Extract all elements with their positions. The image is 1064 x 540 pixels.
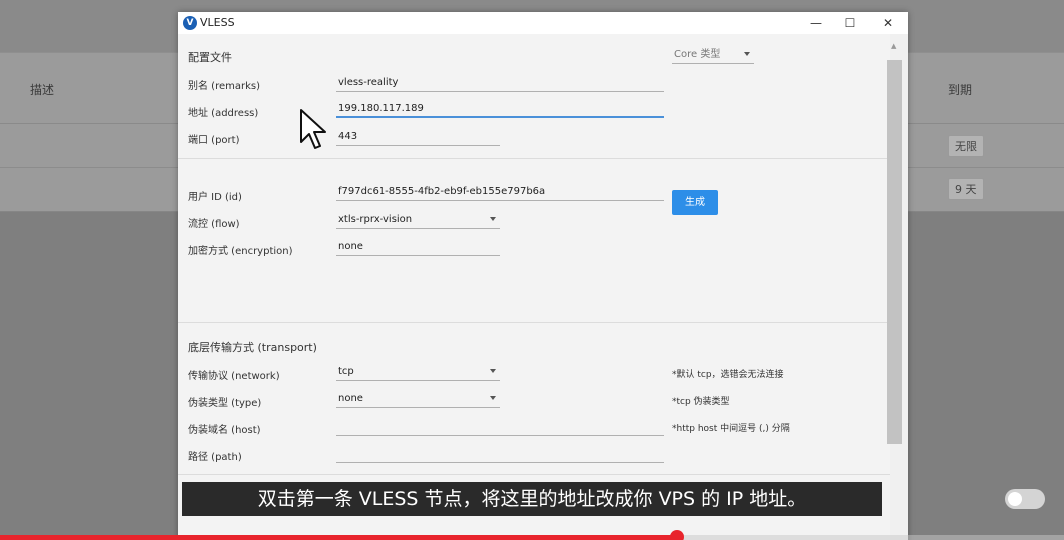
arrow-cursor-icon [300,109,326,149]
type-value: none [338,393,363,404]
vless-dialog: V VLESS — ☐ ✕ 配置文件 Core 类型 别名 (remarks) … [178,12,908,540]
section-title-transport: 底层传输方式 (transport) [188,341,317,354]
maximize-button[interactable]: ☐ [838,14,862,32]
path-input[interactable] [336,447,664,463]
user-id-label: 用户 ID (id) [188,192,242,203]
scrollbar-thumb[interactable] [887,60,902,444]
video-subtitle: 双击第一条 VLESS 节点，将这里的地址改成你 VPS 的 IP 地址。 [182,482,882,516]
user-id-input[interactable]: f797dc61-8555-4fb2-eb9f-eb155e797b6a [336,185,664,201]
port-label: 端口 (port) [188,135,240,146]
host-input[interactable] [336,420,664,436]
section-divider [178,474,890,475]
type-select[interactable]: none [336,392,500,408]
core-type-select[interactable]: Core 类型 [672,48,754,64]
address-input[interactable]: 199.180.117.189 [336,102,664,118]
column-header-description: 描述 [30,83,55,97]
remarks-label: 别名 (remarks) [188,81,261,92]
window-title: VLESS [200,16,235,29]
network-label: 传输协议 (network) [188,371,280,382]
remarks-input[interactable]: vless-reality [336,76,664,92]
port-input[interactable]: 443 [336,130,500,146]
host-hint: *http host 中间逗号 (,) 分隔 [672,424,790,434]
flow-value: xtls-rprx-vision [338,214,413,225]
scroll-up-icon[interactable]: ▲ [891,42,896,50]
flow-label: 流控 (flow) [188,219,240,230]
chevron-down-icon [744,52,750,56]
host-label: 伪装域名 (host) [188,425,261,436]
video-progress-handle[interactable] [669,530,684,540]
core-type-placeholder: Core 类型 [674,49,721,60]
lower-input[interactable] [336,520,664,536]
network-select[interactable]: tcp [336,365,500,381]
network-value: tcp [338,366,354,377]
chevron-down-icon [490,396,496,400]
video-progress-fill [0,535,677,540]
chevron-down-icon [490,217,496,221]
column-header-expire: 到期 [948,83,973,97]
chevron-down-icon [490,369,496,373]
section-divider [178,322,890,323]
generate-button[interactable]: 生成 [672,190,718,215]
section-title-profile: 配置文件 [188,51,232,64]
toggle-knob [1008,492,1022,506]
section-divider [178,158,890,159]
encryption-input[interactable]: none [336,240,500,256]
path-label: 路径 (path) [188,452,242,463]
title-bar[interactable]: V VLESS — ☐ ✕ [178,12,908,34]
form-content: 配置文件 Core 类型 别名 (remarks) vless-reality … [178,34,890,540]
encryption-label: 加密方式 (encryption) [188,246,293,257]
app-logo-icon: V [183,16,197,30]
address-label: 地址 (address) [188,108,259,119]
flow-select[interactable]: xtls-rprx-vision [336,213,500,229]
type-label: 伪装类型 (type) [188,398,262,409]
type-hint: *tcp 伪装类型 [672,397,730,407]
minimize-button[interactable]: — [804,14,828,32]
expire-badge: 无限 [948,135,984,157]
expire-badge: 9 天 [948,178,984,200]
network-hint: *默认 tcp，选错会无法连接 [672,370,784,380]
close-button[interactable]: ✕ [876,14,900,32]
